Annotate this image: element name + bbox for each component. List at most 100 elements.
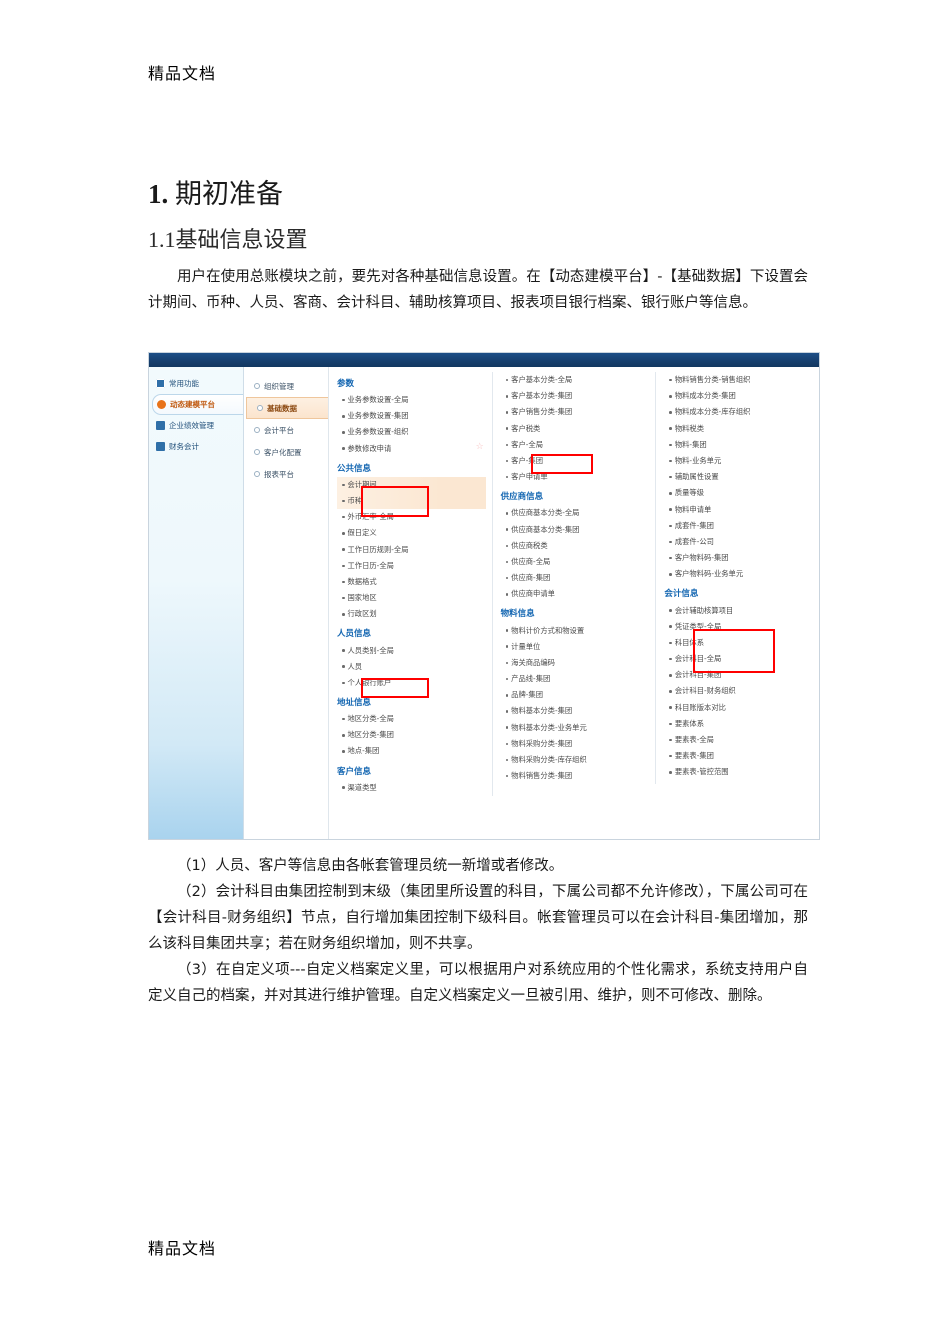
link-item[interactable]: 会计辅助核算项目	[664, 602, 813, 618]
link-item[interactable]: 客户-全局	[501, 437, 650, 453]
link-item[interactable]: 要素表-管控范围	[664, 764, 813, 780]
link-item[interactable]: 物料基本分类-业务单元	[501, 720, 650, 736]
link-item[interactable]: 工作日历-全局	[337, 558, 486, 574]
link-item[interactable]: 科目体系	[664, 635, 813, 651]
link-item[interactable]: 客户基本分类-集团	[501, 388, 650, 404]
link-item[interactable]: 供应商税类	[501, 538, 650, 554]
link-item[interactable]: 币种	[337, 492, 486, 510]
link-item[interactable]: 地区分类-集团	[337, 727, 486, 743]
link-item[interactable]: 要素体系	[664, 716, 813, 732]
module-item-1[interactable]: 动态建模平台	[152, 394, 243, 415]
submodule-item-0[interactable]: 组织管理	[244, 375, 328, 397]
link-item[interactable]: 业务参数设置-集团	[337, 408, 486, 424]
link-item[interactable]: 渠道类型	[337, 780, 486, 796]
link-item[interactable]: 物料采购分类-库存组织	[501, 752, 650, 768]
link-item[interactable]: 个人银行账户	[337, 675, 486, 691]
link-item[interactable]: 假日定义	[337, 525, 486, 541]
link-item[interactable]: 供应商-全局	[501, 554, 650, 570]
bullet-icon	[669, 771, 672, 774]
link-item[interactable]: 物料税类	[664, 421, 813, 437]
link-item[interactable]: 会计科目-集团	[664, 667, 813, 683]
link-item[interactable]: 产品线-集团	[501, 671, 650, 687]
link-item[interactable]: 地点-集团	[337, 743, 486, 759]
link-item[interactable]: 参数修改申请 ☆	[337, 441, 486, 457]
link-item[interactable]: 行政区划	[337, 606, 486, 622]
link-item[interactable]: 计量单位	[501, 639, 650, 655]
module-item-0[interactable]: 常用功能	[149, 373, 243, 394]
link-item-label: 要素体系	[674, 718, 705, 728]
link-item[interactable]: 客户申请单	[501, 469, 650, 485]
link-item[interactable]: 客户销售分类-集团	[501, 404, 650, 420]
favorite-star-icon[interactable]: ☆	[476, 442, 484, 452]
link-item-label: 物料基本分类-业务单元	[511, 722, 587, 732]
link-item[interactable]: 业务参数设置-全局	[337, 392, 486, 408]
link-item[interactable]: 数据格式	[337, 574, 486, 590]
link-item[interactable]: 供应商基本分类-集团	[501, 522, 650, 538]
link-item[interactable]: 成套件-集团	[664, 518, 813, 534]
link-item[interactable]: 客户-集团	[501, 453, 650, 469]
link-item-label: 供应商基本分类-全局	[511, 508, 580, 518]
link-item[interactable]: 物料基本分类-集团	[501, 703, 650, 719]
link-item[interactable]: 供应商申请单	[501, 586, 650, 602]
module-item-label: 财务会计	[169, 442, 199, 451]
bullet-icon	[669, 459, 672, 463]
submodule-item-3[interactable]: 客户化配置	[244, 441, 328, 463]
submodule-item-4[interactable]: 报表平台	[244, 463, 328, 485]
link-item[interactable]: 客户税类	[501, 421, 650, 437]
link-item[interactable]: 物料成本分类-集团	[664, 388, 813, 404]
link-item[interactable]: 要素表-集团	[664, 748, 813, 764]
module-item-3[interactable]: 财务会计	[149, 436, 243, 457]
bullet-icon	[342, 613, 345, 616]
link-item[interactable]: 供应商-集团	[501, 570, 650, 586]
bullet-icon	[342, 596, 345, 600]
submodule-item-2[interactable]: 会计平台	[244, 419, 328, 441]
link-item[interactable]: 物料销售分类-销售组织	[664, 372, 813, 388]
link-item[interactable]: 工作日历规则-全局	[337, 542, 486, 558]
link-item[interactable]: 外币汇率-全局	[337, 509, 486, 525]
bullet-icon	[669, 674, 672, 677]
link-item[interactable]: 客户物料码-业务单元	[664, 566, 813, 582]
link-item-label: 物料-业务单元	[674, 456, 722, 466]
module-item-2[interactable]: 企业绩效管理	[149, 415, 243, 436]
link-item-label: 成套件-集团	[674, 520, 714, 530]
submodule-item-1[interactable]: 基础数据	[246, 397, 328, 419]
link-item[interactable]: 质量等级	[664, 485, 813, 501]
link-item[interactable]: 业务参数设置-组织	[337, 424, 486, 440]
link-item[interactable]: 物料成本分类-库存组织	[664, 404, 813, 420]
link-item[interactable]: 物料-集团	[664, 437, 813, 453]
link-item[interactable]: 成套件-公司	[664, 534, 813, 550]
link-item[interactable]: 供应商基本分类-全局	[501, 505, 650, 521]
link-item-label: 会计科目-集团	[674, 670, 722, 680]
link-item[interactable]: 客户物料码-集团	[664, 550, 813, 566]
link-item[interactable]: 会计期间	[337, 476, 486, 493]
link-item[interactable]: 物料-业务单元	[664, 453, 813, 469]
link-item-label: 科目体系	[674, 637, 705, 647]
link-item[interactable]: 科目账版本对比	[664, 700, 813, 716]
link-item[interactable]: 海关商品编码	[501, 655, 650, 671]
link-item[interactable]: 人员	[337, 659, 486, 675]
module-item-label: 企业绩效管理	[169, 421, 214, 430]
link-item-label: 成套件-公司	[674, 536, 714, 546]
bullet-icon	[342, 398, 345, 402]
link-item-label: 质量等级	[674, 488, 705, 498]
bullet-icon	[505, 710, 509, 713]
link-item[interactable]: 客户基本分类-全局	[501, 372, 650, 388]
link-item[interactable]: 地区分类-全局	[337, 711, 486, 727]
link-item-label: 客户申请单	[511, 472, 548, 482]
bullet-icon	[342, 447, 345, 450]
link-item-label: 物料销售分类-集团	[511, 771, 573, 781]
link-item[interactable]: 要素表-全局	[664, 732, 813, 748]
link-item[interactable]: 凭证类型-全局	[664, 619, 813, 635]
link-item[interactable]: 辅助属性设置	[664, 469, 813, 485]
link-item[interactable]: 人员类别-全局	[337, 642, 486, 658]
link-item[interactable]: 物料销售分类-集团	[501, 768, 650, 784]
link-item[interactable]: 物料采购分类-集团	[501, 736, 650, 752]
link-item[interactable]: 物料申请单	[664, 502, 813, 518]
link-column-0: 参数 业务参数设置-全局 业务参数设置-集团 业务参数设置-组织 参数修改申请 ☆ 公共信息…	[329, 372, 493, 796]
link-item[interactable]: 会计科目-财务组织	[664, 683, 813, 699]
link-item[interactable]: 物料计价方式和物设置	[501, 622, 650, 638]
link-item[interactable]: 国家地区	[337, 590, 486, 606]
link-item[interactable]: 会计科目-全局	[664, 651, 813, 667]
link-item[interactable]: 品牌-集团	[501, 687, 650, 703]
radio-dot-icon	[254, 427, 260, 433]
